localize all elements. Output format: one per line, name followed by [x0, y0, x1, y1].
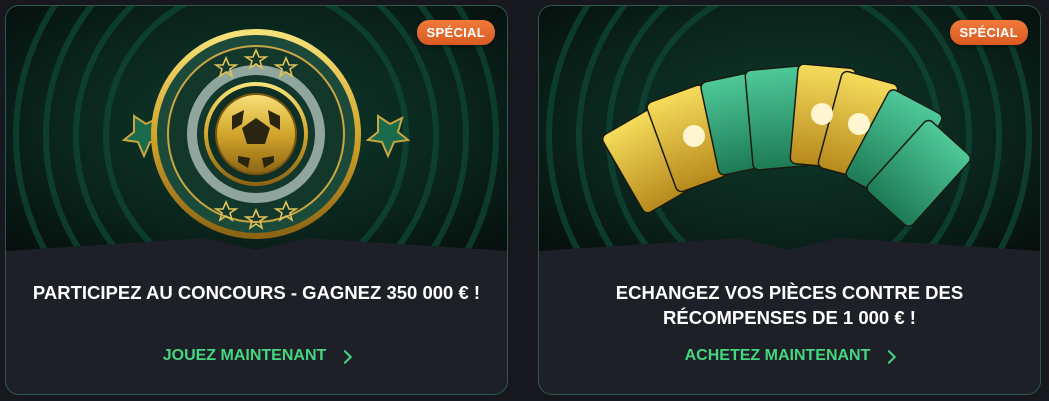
- promo-card-rewards[interactable]: SPÉCIAL ECHANGEZ VOS PIÈCES CONTRE DES R…: [538, 5, 1041, 395]
- special-badge: SPÉCIAL: [949, 20, 1028, 45]
- special-badge: SPÉCIAL: [416, 20, 495, 45]
- cta-label: JOUEZ MAINTENANT: [162, 347, 327, 364]
- chevron-right-icon: [338, 349, 353, 364]
- chevron-right-icon: [882, 349, 897, 364]
- promo-title: PARTICIPEZ AU CONCOURS - GAGNEZ 350 000 …: [32, 282, 481, 303]
- football-icon: [215, 93, 297, 175]
- promo-art: [539, 6, 1040, 266]
- cta-label: ACHETEZ MAINTENANT: [684, 347, 871, 364]
- play-now-button[interactable]: JOUEZ MAINTENANT: [6, 347, 507, 365]
- promo-title: ECHANGEZ VOS PIÈCES CONTRE DES RÉCOMPENS…: [615, 282, 964, 328]
- promotions-row: SPÉCIAL PARTICIPEZ AU CONCOURS - GAGNEZ …: [0, 0, 1049, 401]
- buy-now-button[interactable]: ACHETEZ MAINTENANT: [539, 347, 1040, 365]
- promo-card-contest[interactable]: SPÉCIAL PARTICIPEZ AU CONCOURS - GAGNEZ …: [5, 5, 508, 395]
- promo-art: [6, 6, 507, 266]
